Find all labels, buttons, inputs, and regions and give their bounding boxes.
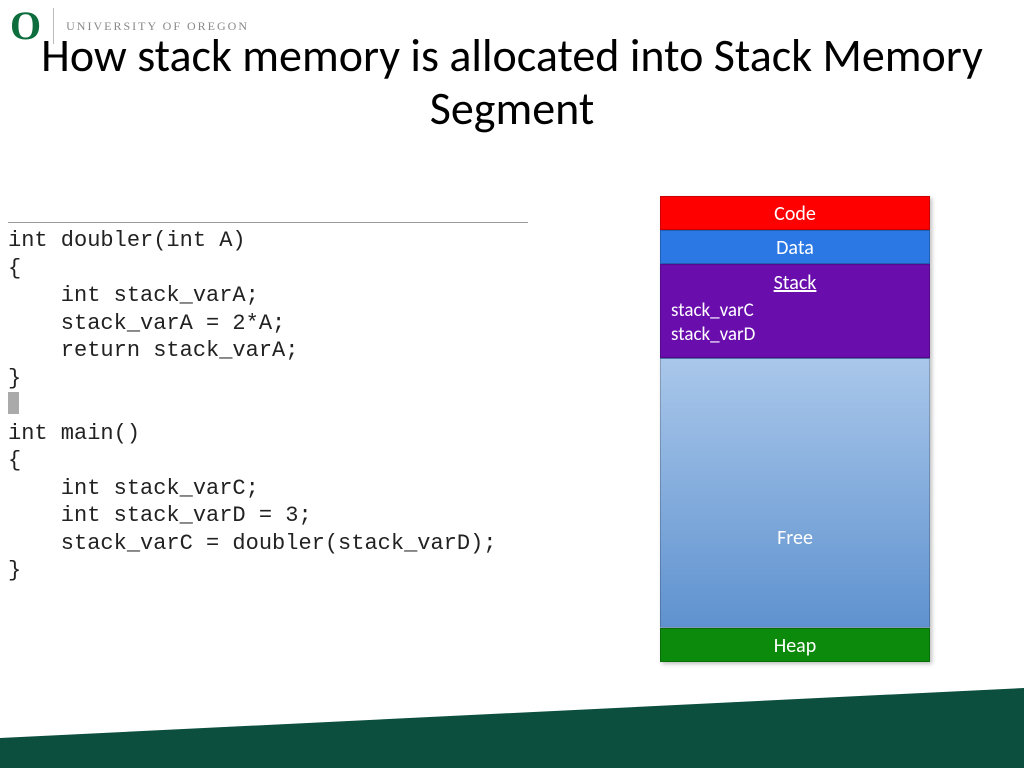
segment-free: Free	[660, 358, 930, 628]
code-line: }	[8, 558, 21, 583]
segment-code: Code	[660, 196, 930, 230]
footer-decoration	[0, 688, 1024, 768]
segment-stack: Stack stack_varC stack_varD	[660, 264, 930, 358]
code-line: }	[8, 366, 21, 391]
code-sample: int doubler(int A) { int stack_varA; sta…	[8, 222, 528, 585]
code-line: stack_varA = 2*A;	[8, 311, 285, 336]
stack-variable: stack_varC	[671, 299, 919, 323]
code-line: stack_varC = doubler(stack_varD);	[8, 531, 496, 556]
stack-variable: stack_varD	[671, 323, 919, 347]
code-line: int doubler(int A)	[8, 228, 246, 253]
free-label: Free	[777, 526, 813, 550]
code-line: int stack_varD = 3;	[8, 503, 312, 528]
stack-title: Stack	[671, 271, 919, 295]
code-line: int stack_varC;	[8, 476, 259, 501]
cursor-icon	[8, 392, 19, 414]
code-line: return stack_varA;	[8, 338, 298, 363]
memory-diagram: Code Data Stack stack_varC stack_varD Fr…	[660, 196, 930, 662]
code-line: {	[8, 256, 21, 281]
segment-heap: Heap	[660, 628, 930, 662]
slide-title: How stack memory is allocated into Stack…	[0, 30, 1024, 136]
segment-data: Data	[660, 230, 930, 264]
code-line: int stack_varA;	[8, 283, 259, 308]
code-line: int main()	[8, 421, 140, 446]
code-line: {	[8, 448, 21, 473]
